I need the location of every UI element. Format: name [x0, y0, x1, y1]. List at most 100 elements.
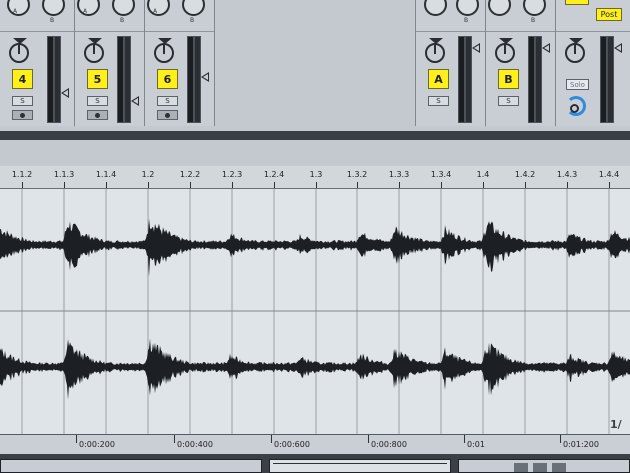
volume-fader-handle[interactable] — [61, 88, 69, 98]
pan-knob-icon[interactable] — [495, 38, 517, 63]
send-b-knob[interactable] — [456, 0, 479, 16]
ruler-tick-label: 1.1.4 — [95, 170, 117, 179]
post-button[interactable]: Post — [596, 8, 622, 21]
time-tick-label: 0:00:400 — [177, 440, 213, 449]
arm-button[interactable] — [157, 110, 178, 120]
send-b-label: B — [464, 17, 469, 24]
ruler-tick — [483, 182, 484, 188]
send-a-knob[interactable] — [7, 0, 30, 16]
ruler-tick — [274, 182, 275, 188]
track-activator-5[interactable]: 5 — [87, 69, 108, 89]
return-activator-a[interactable]: A — [428, 69, 449, 89]
bottom-panel-right — [458, 459, 630, 473]
solo-cue-button[interactable]: Solo — [566, 79, 589, 90]
time-tick — [76, 435, 77, 443]
arm-button[interactable] — [87, 110, 108, 120]
solo-button[interactable]: S — [12, 96, 33, 106]
ruler-tick-label: 1.3.3 — [388, 170, 410, 179]
overview-line — [273, 463, 447, 464]
level-meter-left — [600, 36, 607, 123]
send-b-label: B — [531, 17, 536, 24]
level-meter-left — [458, 36, 465, 123]
pan-knob-icon[interactable] — [425, 38, 447, 63]
track-activator-6[interactable]: 6 — [157, 69, 178, 89]
send-a-knob[interactable] — [424, 0, 447, 16]
ruler-tick — [232, 182, 233, 188]
master-strip: Post Solo — [556, 0, 630, 126]
control-icon[interactable] — [552, 463, 566, 472]
ruler-tick-label: 1.2.4 — [263, 170, 285, 179]
ruler-tick-label: 1.2.3 — [221, 170, 243, 179]
time-tick-label: 0:01 — [467, 440, 485, 449]
level-meter-right — [124, 36, 131, 123]
ruler-tick — [148, 182, 149, 188]
pan-knob-icon[interactable] — [565, 38, 587, 63]
send-a-label: A — [13, 8, 18, 15]
send-b-label: B — [190, 17, 195, 24]
track-strip-6: A B 6 S — [145, 0, 215, 126]
ruler-tick-label: 1.3.2 — [346, 170, 368, 179]
send-b-knob[interactable] — [42, 0, 65, 16]
master-indicator — [565, 0, 589, 5]
level-meter-right — [465, 36, 472, 123]
ruler-tick-label: 1.2.2 — [179, 170, 201, 179]
send-b-knob[interactable] — [112, 0, 135, 16]
pan-knob-icon[interactable] — [154, 38, 176, 63]
send-a-knob[interactable] — [488, 0, 511, 16]
volume-fader-handle[interactable] — [542, 43, 550, 53]
right-channel-waveform — [0, 338, 630, 400]
ruler-tick — [316, 182, 317, 188]
control-icon[interactable] — [533, 463, 547, 472]
send-a-label: A — [153, 8, 158, 15]
volume-fader-handle[interactable] — [614, 43, 622, 53]
return-strip-b: B B S — [486, 0, 556, 126]
arm-button[interactable] — [12, 110, 33, 120]
section-divider — [0, 131, 630, 140]
ruler-tick-label: 1.4 — [476, 170, 490, 179]
send-b-knob[interactable] — [523, 0, 546, 16]
time-tick — [174, 435, 175, 443]
solo-button[interactable]: S — [157, 96, 178, 106]
overview-panel[interactable] — [269, 459, 451, 473]
volume-fader-handle[interactable] — [131, 96, 139, 106]
solo-button[interactable]: S — [428, 96, 449, 106]
return-strip-a: B A S — [416, 0, 486, 126]
send-knobs: A B — [145, 0, 214, 32]
time-tick-label: 0:00:600 — [274, 440, 310, 449]
control-icon[interactable] — [514, 463, 528, 472]
return-activator-b[interactable]: B — [498, 69, 519, 89]
send-a-knob[interactable] — [147, 0, 170, 16]
time-ruler[interactable]: 0:00:200 0:00:400 0:00:600 0:00:800 0:01 0:01… — [0, 434, 630, 455]
time-tick — [464, 435, 465, 443]
sample-waveform-display[interactable] — [0, 189, 630, 434]
send-b-knob[interactable] — [182, 0, 205, 16]
pan-knob-icon[interactable] — [84, 38, 106, 63]
solo-button[interactable]: S — [498, 96, 519, 106]
ruler-tick-label: 1.1.2 — [11, 170, 33, 179]
time-tick — [368, 435, 369, 443]
waveform-svg — [0, 189, 630, 434]
time-tick-label: 0:00:800 — [371, 440, 407, 449]
clip-header-bar — [0, 140, 630, 167]
ruler-tick — [399, 182, 400, 188]
level-meter-right — [194, 36, 201, 123]
level-meter-left — [187, 36, 194, 123]
ruler-tick — [525, 182, 526, 188]
mixer-empty-area — [215, 0, 416, 126]
level-meter-right — [607, 36, 614, 123]
volume-fader-handle[interactable] — [472, 43, 480, 53]
pan-knob-icon[interactable] — [9, 38, 31, 63]
time-tick-label: 0:01:200 — [563, 440, 599, 449]
level-meter-right — [535, 36, 542, 123]
bottom-panel-left — [0, 459, 262, 473]
solo-button[interactable]: S — [87, 96, 108, 106]
track-activator-4[interactable]: 4 — [12, 69, 33, 89]
beat-ruler[interactable]: 1.1.2 1.1.3 1.1.4 1.2 1.2.2 1.2.3 1.2.4 1.3 1.3.… — [0, 166, 630, 189]
cue-headphone-icon — [570, 104, 579, 113]
ruler-tick-label: 1.4.4 — [598, 170, 620, 179]
time-tick-label: 0:00:200 — [79, 440, 115, 449]
level-meter-left — [117, 36, 124, 123]
send-a-knob[interactable] — [77, 0, 100, 16]
send-knobs: A B — [75, 0, 144, 32]
volume-fader-handle[interactable] — [201, 72, 209, 82]
